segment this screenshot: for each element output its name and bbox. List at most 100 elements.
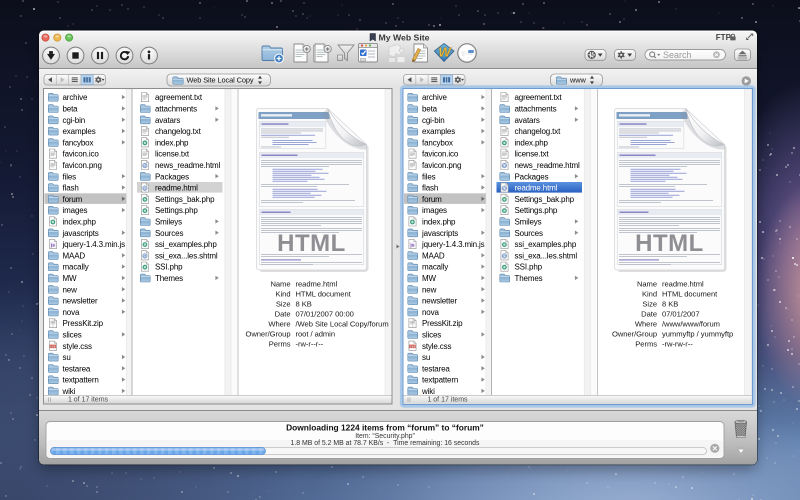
svg-text:MW: MW [422, 274, 437, 283]
svg-text:Web Site Local Copy: Web Site Local Copy [187, 76, 254, 85]
svg-text:readme.html: readme.html [155, 184, 198, 193]
svg-text:nova: nova [63, 308, 80, 317]
svg-text:root / admin: root / admin [296, 330, 336, 339]
svg-text:forum: forum [422, 195, 442, 204]
svg-text:readme.html: readme.html [515, 184, 558, 193]
svg-text:Where: Where [635, 320, 657, 329]
svg-text:su: su [422, 353, 430, 362]
svg-text:Date: Date [275, 310, 291, 319]
svg-text:yummyftp / yummyftp: yummyftp / yummyftp [662, 330, 733, 339]
svg-text:Search: Search [663, 50, 692, 60]
svg-text:flash: flash [63, 184, 79, 193]
svg-text:index.php: index.php [63, 218, 97, 227]
svg-text:MW: MW [63, 274, 78, 283]
svg-text:Name: Name [637, 279, 657, 288]
svg-text:js: js [409, 242, 414, 248]
svg-text:license.txt: license.txt [515, 150, 550, 159]
svg-text:fancybox: fancybox [422, 138, 453, 147]
svg-text:css: css [50, 345, 56, 349]
svg-text:wiki: wiki [421, 387, 435, 396]
svg-text:cgi-bin: cgi-bin [422, 116, 445, 125]
svg-text:1.8 MB of 5.2 MB at 78.7 KB/s: 1.8 MB of 5.2 MB at 78.7 KB/s - Time rem… [291, 440, 480, 447]
svg-text:news_readme.html: news_readme.html [515, 161, 581, 170]
svg-text:Kind: Kind [276, 290, 291, 299]
svg-text:PressKit.zip: PressKit.zip [63, 319, 104, 328]
svg-text:files: files [422, 172, 436, 181]
svg-text:macally: macally [422, 263, 448, 272]
svg-text:Item: “Security.php”: Item: “Security.php” [355, 433, 415, 440]
svg-text:archive: archive [63, 93, 88, 102]
svg-text:newsletter: newsletter [422, 297, 457, 306]
svg-text:ssi_examples.php: ssi_examples.php [515, 240, 577, 249]
svg-text:FTP: FTP [716, 33, 732, 42]
svg-text:testarea: testarea [422, 364, 450, 373]
svg-text:jquery-1.4.3.min.js: jquery-1.4.3.min.js [62, 240, 126, 249]
svg-text:index.php: index.php [155, 138, 189, 147]
svg-text:newsletter: newsletter [63, 297, 98, 306]
svg-text:www: www [569, 76, 586, 85]
svg-text:macally: macally [63, 263, 89, 272]
svg-text:new: new [63, 285, 78, 294]
svg-text:Sources: Sources [515, 229, 543, 238]
svg-text:readme.html: readme.html [662, 279, 704, 288]
svg-text:beta: beta [422, 105, 438, 114]
svg-text:1 of 17 items: 1 of 17 items [427, 397, 468, 404]
svg-text:Size: Size [642, 300, 657, 309]
svg-text:Downloading 1224 items from “f: Downloading 1224 items from “forum” to “… [286, 423, 484, 433]
svg-text:HTML: HTML [635, 230, 704, 257]
svg-text:cgi-bin: cgi-bin [63, 116, 86, 125]
svg-text:changelog.txt: changelog.txt [515, 127, 562, 136]
svg-text:favicon.png: favicon.png [63, 161, 102, 170]
svg-text:images: images [63, 206, 88, 215]
svg-text:@: @ [502, 254, 507, 259]
svg-text:wiki: wiki [62, 387, 76, 396]
svg-text:changelog.txt: changelog.txt [155, 127, 202, 136]
svg-text:8 KB: 8 KB [296, 300, 312, 309]
svg-text:Perms: Perms [635, 340, 657, 349]
svg-text:Kind: Kind [642, 290, 657, 299]
svg-text:8 KB: 8 KB [662, 300, 678, 309]
svg-text:Perms: Perms [269, 340, 291, 349]
svg-text:textpattern: textpattern [63, 376, 99, 385]
svg-text:HTML document: HTML document [296, 290, 352, 299]
svg-text:agreement.txt: agreement.txt [155, 93, 203, 102]
svg-text:files: files [63, 172, 77, 181]
svg-text:archive: archive [422, 93, 447, 102]
svg-text:1 of 17 items: 1 of 17 items [68, 397, 109, 404]
svg-text:/Web Site Local Copy/forum: /Web Site Local Copy/forum [296, 320, 389, 329]
svg-text:css: css [410, 345, 416, 349]
svg-text:@: @ [143, 163, 148, 168]
svg-text:textpattern: textpattern [422, 376, 458, 385]
svg-text:SSI.php: SSI.php [155, 263, 183, 272]
svg-text:07/01/2007: 07/01/2007 [662, 310, 700, 319]
svg-text:slices: slices [422, 331, 441, 340]
svg-text:Packages: Packages [515, 172, 549, 181]
svg-text:Size: Size [276, 300, 291, 309]
svg-text:MAAD: MAAD [422, 251, 445, 260]
svg-text:favicon.ico: favicon.ico [63, 150, 100, 159]
svg-text:Owner/Group: Owner/Group [612, 330, 657, 339]
svg-text:javascripts: javascripts [421, 229, 458, 238]
svg-text:fancybox: fancybox [63, 138, 94, 147]
svg-text:js: js [50, 242, 55, 248]
svg-text:MAAD: MAAD [63, 251, 86, 260]
svg-text:Themes: Themes [155, 274, 183, 283]
svg-text:style.css: style.css [63, 342, 92, 351]
svg-text:testarea: testarea [63, 364, 91, 373]
svg-text:Where: Where [268, 320, 290, 329]
svg-text:avatars: avatars [515, 116, 540, 125]
svg-text:favicon.png: favicon.png [422, 161, 461, 170]
svg-text:Themes: Themes [515, 274, 543, 283]
svg-text:SSI.php: SSI.php [515, 263, 543, 272]
svg-text:avatars: avatars [155, 116, 180, 125]
svg-text:Name: Name [270, 279, 290, 288]
svg-text:Date: Date [641, 310, 657, 319]
svg-text:ssi_exa...les.shtml: ssi_exa...les.shtml [515, 251, 578, 260]
svg-text:@: @ [502, 186, 507, 191]
svg-text:license.txt: license.txt [155, 150, 190, 159]
svg-text:Settings.php: Settings.php [155, 206, 198, 215]
svg-text:favicon.ico: favicon.ico [422, 150, 459, 159]
svg-text:Smileys: Smileys [515, 218, 542, 227]
svg-text:My Web Site: My Web Site [378, 32, 429, 42]
svg-text:Settings_bak.php: Settings_bak.php [515, 195, 575, 204]
